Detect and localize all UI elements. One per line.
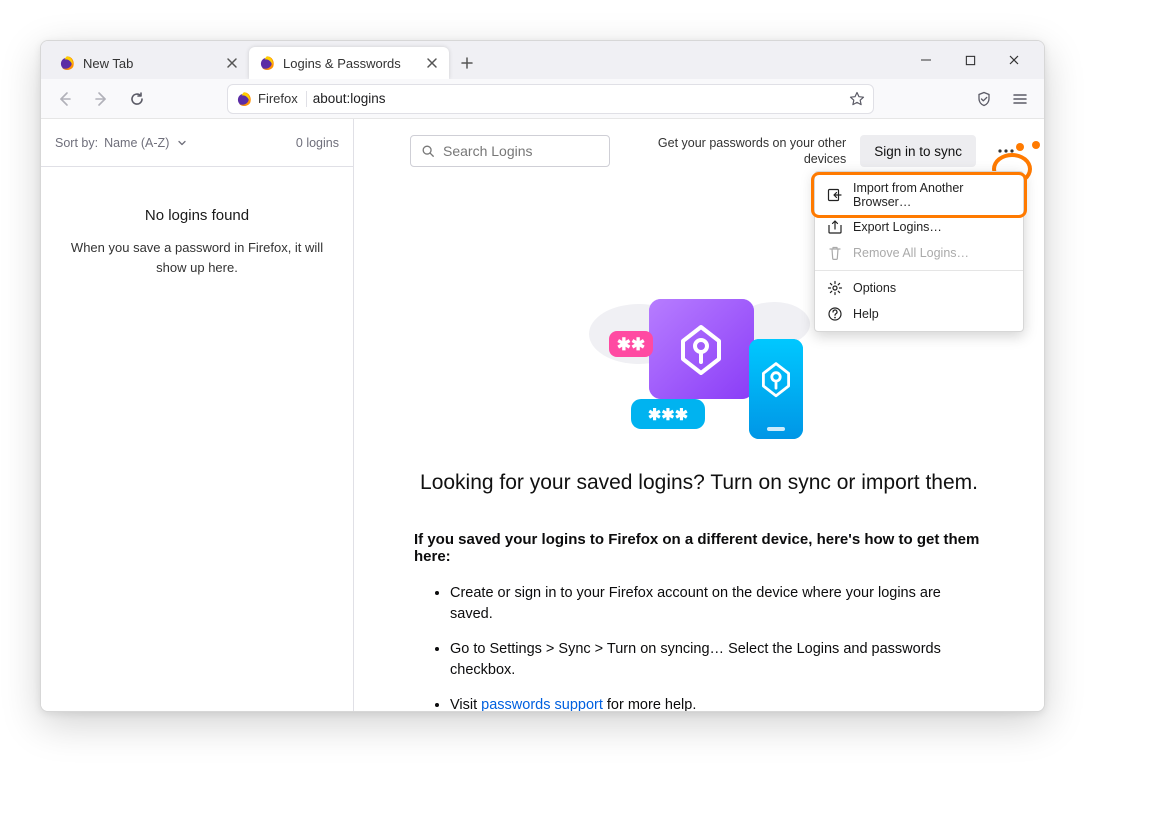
intro-text: Looking for your saved logins? Turn on s… <box>354 471 1044 711</box>
trash-icon <box>827 245 843 261</box>
main-panel: Search Logins Get your passwords on your… <box>354 119 1044 711</box>
reload-icon <box>129 91 145 107</box>
shield-icon <box>976 91 992 107</box>
sync-hint-text: Get your passwords on your other devices <box>636 135 846 168</box>
content-area: Sort by: Name (A-Z) 0 logins No logins f… <box>41 119 1044 711</box>
empty-text: When you save a password in Firefox, it … <box>69 238 325 277</box>
toolbar: Firefox about:logins <box>41 79 1044 119</box>
tab-logins[interactable]: Logins & Passwords <box>249 47 449 79</box>
more-menu-button[interactable] <box>990 135 1022 167</box>
menu-label: Remove All Logins… <box>853 246 969 260</box>
search-placeholder: Search Logins <box>443 143 533 159</box>
search-input[interactable]: Search Logins <box>410 135 610 167</box>
maximize-button[interactable] <box>948 41 992 79</box>
help-icon <box>827 306 843 322</box>
url-bar[interactable]: Firefox about:logins <box>227 84 874 114</box>
app-menu-button[interactable] <box>1004 83 1036 115</box>
browser-window: New Tab Logins & Passwords <box>40 40 1045 712</box>
firefox-icon <box>236 91 252 107</box>
arrow-right-icon <box>93 91 109 107</box>
more-menu-dropdown: Import from Another Browser… Export Logi… <box>814 171 1024 332</box>
maximize-icon <box>965 55 976 66</box>
minimize-button[interactable] <box>904 41 948 79</box>
bookmark-star-icon[interactable] <box>849 91 865 107</box>
menu-help[interactable]: Help <box>815 301 1023 327</box>
tab-strip: New Tab Logins & Passwords <box>41 41 1044 79</box>
minimize-icon <box>920 54 932 66</box>
empty-state: No logins found When you save a password… <box>41 167 353 277</box>
signin-label: Sign in to sync <box>874 144 962 159</box>
login-count: 0 logins <box>296 136 339 150</box>
close-icon <box>1008 54 1020 66</box>
step-1: Create or sign in to your Firefox accoun… <box>450 583 984 625</box>
identity-box[interactable]: Firefox <box>236 91 307 107</box>
tab-label: New Tab <box>83 56 217 71</box>
svg-text:✱✱✱: ✱✱✱ <box>648 407 688 424</box>
close-icon[interactable] <box>425 56 439 70</box>
close-window-button[interactable] <box>992 41 1036 79</box>
sort-row: Sort by: Name (A-Z) 0 logins <box>41 119 353 167</box>
back-button[interactable] <box>49 83 81 115</box>
sign-in-to-sync-button[interactable]: Sign in to sync <box>860 135 976 167</box>
menu-label: Options <box>853 281 896 295</box>
sort-label: Sort by: <box>55 136 98 150</box>
forward-button[interactable] <box>85 83 117 115</box>
menu-label: Import from Another Browser… <box>853 181 1011 209</box>
new-tab-button[interactable] <box>453 49 481 77</box>
menu-remove-all-logins: Remove All Logins… <box>815 240 1023 266</box>
menu-separator <box>815 270 1023 271</box>
passwords-support-link[interactable]: passwords support <box>481 697 603 711</box>
firefox-icon <box>59 55 75 71</box>
lead-text: If you saved your logins to Firefox on a… <box>414 531 984 565</box>
hamburger-icon <box>1012 91 1028 107</box>
menu-import-from-browser[interactable]: Import from Another Browser… <box>815 176 1023 214</box>
import-icon <box>827 187 843 203</box>
login-list-sidebar: Sort by: Name (A-Z) 0 logins No logins f… <box>41 119 354 711</box>
menu-options[interactable]: Options <box>815 275 1023 301</box>
sort-value: Name (A-Z) <box>104 136 169 150</box>
empty-title: No logins found <box>69 207 325 224</box>
search-icon <box>421 144 435 158</box>
plus-icon <box>460 56 474 70</box>
svg-text:✱✱: ✱✱ <box>617 335 646 354</box>
tab-new-tab[interactable]: New Tab <box>49 47 249 79</box>
window-controls <box>904 41 1036 79</box>
arrow-left-icon <box>57 91 73 107</box>
lockwise-illustration: ✱✱ ✱✱✱ <box>579 279 819 449</box>
export-icon <box>827 219 843 235</box>
firefox-icon <box>259 55 275 71</box>
headline: Looking for your saved logins? Turn on s… <box>414 471 984 495</box>
url-text: about:logins <box>313 91 843 106</box>
step-2: Go to Settings > Sync > Turn on syncing…… <box>450 639 984 681</box>
main-topbar: Search Logins Get your passwords on your… <box>354 133 1044 169</box>
gear-icon <box>827 280 843 296</box>
reload-button[interactable] <box>121 83 153 115</box>
identity-label: Firefox <box>258 91 298 106</box>
steps-list: Create or sign in to your Firefox accoun… <box>414 583 984 711</box>
protections-button[interactable] <box>968 83 1000 115</box>
sort-select[interactable]: Name (A-Z) <box>104 136 187 150</box>
ellipsis-icon <box>998 149 1014 153</box>
chevron-down-icon <box>177 138 187 148</box>
step-3: Visit passwords support for more help. <box>450 695 984 711</box>
tab-label: Logins & Passwords <box>283 56 417 71</box>
menu-label: Export Logins… <box>853 220 942 234</box>
menu-export-logins[interactable]: Export Logins… <box>815 214 1023 240</box>
menu-label: Help <box>853 307 879 321</box>
close-icon[interactable] <box>225 56 239 70</box>
